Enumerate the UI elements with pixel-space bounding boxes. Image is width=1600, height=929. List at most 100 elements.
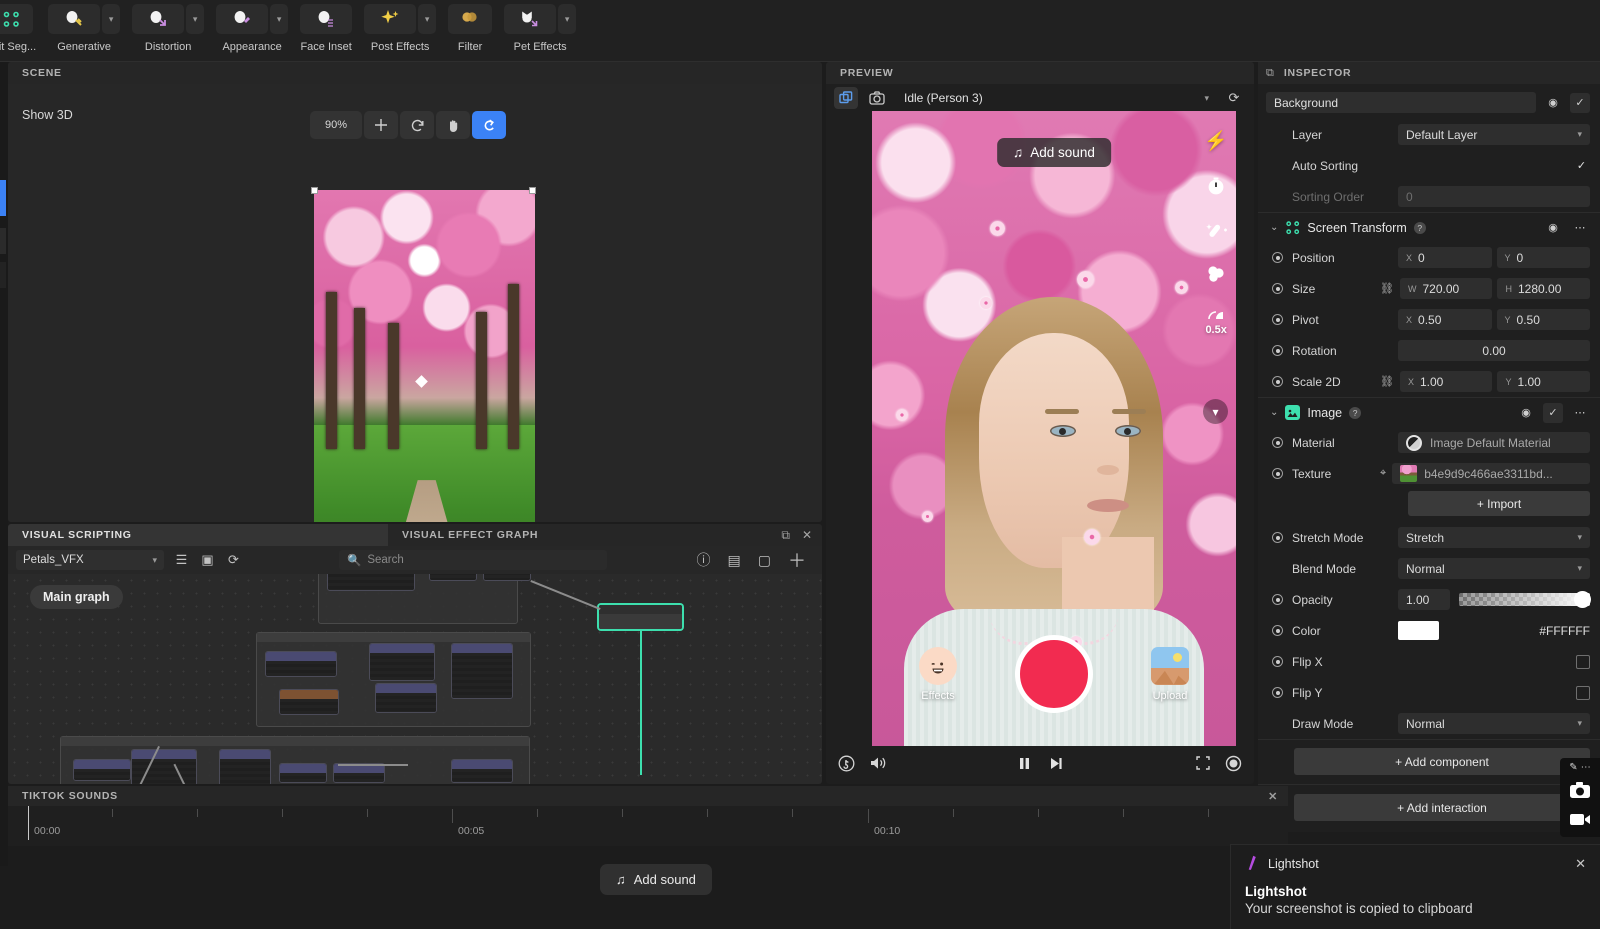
- graph-node[interactable]: [451, 643, 513, 699]
- tab-visual-scripting[interactable]: VISUAL SCRIPTING: [8, 524, 388, 546]
- graph-node[interactable]: [483, 574, 531, 581]
- scene-selected-object[interactable]: [307, 183, 537, 522]
- screenshot-camera-icon[interactable]: [1569, 781, 1591, 804]
- volume-icon[interactable]: [869, 755, 887, 775]
- scale-x-field[interactable]: X 1.00: [1399, 371, 1493, 392]
- pen-icon[interactable]: ✎: [1569, 762, 1577, 773]
- size-h-field[interactable]: H 1280.00: [1497, 278, 1590, 299]
- timer-icon[interactable]: [1205, 175, 1227, 197]
- toolbar-item-filter[interactable]: Filter: [448, 0, 493, 61]
- blackboard-icon[interactable]: ▤: [728, 552, 741, 569]
- texture-field[interactable]: b4e9d9c466ae3311bd...: [1392, 463, 1590, 484]
- tiktok-icon[interactable]: [838, 755, 855, 776]
- position-y-field[interactable]: Y 0: [1496, 247, 1590, 268]
- left-strip-active-tab[interactable]: [0, 180, 6, 216]
- upload-button[interactable]: Upload: [1151, 646, 1189, 702]
- graph-node-selected[interactable]: [598, 604, 683, 630]
- layer-select[interactable]: Default Layer ▾: [1398, 124, 1590, 145]
- stretch-mode-select[interactable]: Stretch ▾: [1398, 527, 1590, 548]
- chevron-down-icon[interactable]: ▾: [186, 4, 205, 34]
- graph-node[interactable]: [429, 574, 477, 581]
- graph-node[interactable]: [219, 749, 271, 784]
- import-button[interactable]: + Import: [1408, 491, 1590, 516]
- add-icon[interactable]: ＋: [788, 547, 806, 573]
- toolbar-item-distortion[interactable]: ▾ Distortion: [132, 0, 205, 61]
- popout-icon[interactable]: ⧉: [781, 528, 790, 543]
- toolbar-item-face-inset[interactable]: Face Inset: [300, 0, 353, 61]
- add-component-button[interactable]: + Add component: [1294, 748, 1590, 775]
- color-hex-value[interactable]: #FFFFFF: [1539, 624, 1590, 638]
- timeline-playhead[interactable]: [28, 806, 29, 840]
- toolbar-item-pet-effects[interactable]: ▾ Pet Effects: [504, 0, 577, 61]
- list-icon[interactable]: ☰: [173, 552, 190, 568]
- main-graph-badge[interactable]: Main graph: [30, 585, 123, 609]
- help-icon[interactable]: ?: [1349, 406, 1362, 419]
- vfx-search-input[interactable]: 🔍 Search: [339, 550, 607, 570]
- preview-state-select[interactable]: Idle (Person 3) ▾: [896, 87, 1215, 109]
- flip-x-checkbox[interactable]: [1576, 654, 1590, 669]
- resize-handle-tr[interactable]: [529, 187, 536, 194]
- flip-y-checkbox[interactable]: [1576, 685, 1590, 700]
- chevron-down-icon[interactable]: ▾: [1203, 399, 1228, 424]
- add-interaction-button[interactable]: + Add interaction: [1294, 794, 1590, 821]
- graph-node[interactable]: [279, 689, 339, 715]
- screen-transform-header[interactable]: ⌄ Screen Transform ? ◉ ⋯: [1258, 212, 1600, 242]
- post-effects-icon[interactable]: [364, 4, 417, 34]
- chevron-down-icon[interactable]: ▾: [270, 4, 289, 34]
- image-section-header[interactable]: ⌄ Image ? ◉ ✓ ⋯: [1258, 397, 1600, 427]
- info-icon[interactable]: ⓘ: [697, 550, 711, 570]
- resize-handle-tl[interactable]: [311, 187, 318, 194]
- appearance-icon[interactable]: [216, 4, 269, 34]
- enable-checkbox[interactable]: ✓: [1570, 92, 1590, 113]
- graph-node[interactable]: [265, 651, 337, 677]
- vfx-graph-canvas[interactable]: Main graph: [8, 574, 822, 784]
- close-icon[interactable]: ✕: [1268, 790, 1288, 803]
- refresh-icon[interactable]: ⟳: [1222, 87, 1246, 109]
- node-group-bottom[interactable]: [60, 736, 530, 784]
- step-forward-icon[interactable]: [1048, 756, 1063, 775]
- target-icon[interactable]: ◉: [1516, 403, 1536, 423]
- more-icon[interactable]: ⋯: [1570, 218, 1590, 238]
- node-group-top[interactable]: [318, 574, 531, 624]
- rotate-tool-icon[interactable]: [400, 111, 434, 139]
- vfx-graph-select[interactable]: Petals_VFX ▾: [16, 550, 164, 570]
- portrait-segmentation-icon[interactable]: [0, 4, 34, 34]
- close-icon[interactable]: ✕: [1575, 856, 1586, 872]
- chevron-expand-icon[interactable]: ⌄: [1270, 407, 1278, 418]
- scale-y-field[interactable]: Y 1.00: [1497, 371, 1590, 392]
- sorting-order-field[interactable]: 0: [1398, 186, 1590, 207]
- opacity-slider-knob[interactable]: [1574, 591, 1591, 608]
- pan-tool-icon[interactable]: [436, 111, 470, 139]
- close-icon[interactable]: ✕: [802, 528, 812, 542]
- color-swatch[interactable]: [1398, 621, 1439, 640]
- link-icon[interactable]: ⛓: [1380, 282, 1394, 295]
- distortion-icon[interactable]: [132, 4, 185, 34]
- pivot-y-field[interactable]: Y 0.50: [1496, 309, 1590, 330]
- left-strip-tab-2[interactable]: [0, 228, 6, 254]
- auto-sorting-checkbox[interactable]: ✓: [1573, 157, 1590, 174]
- graph-node[interactable]: [333, 763, 385, 783]
- graph-node[interactable]: [279, 763, 327, 783]
- toolbar-item-appearance[interactable]: ▾ Appearance: [216, 0, 289, 61]
- move-tool-icon[interactable]: [364, 111, 398, 139]
- graph-node[interactable]: [369, 643, 435, 681]
- size-w-field[interactable]: W 720.00: [1399, 278, 1493, 299]
- popout-icon[interactable]: ⧉: [1266, 67, 1274, 80]
- tab-visual-effect-graph[interactable]: VISUAL EFFECT GRAPH: [388, 524, 782, 546]
- toolbar-item-post-effects[interactable]: ▾ Post Effects: [364, 0, 437, 61]
- duplicate-icon[interactable]: [834, 87, 858, 109]
- toolbar-item-0[interactable]: trait Seg...: [0, 0, 36, 61]
- graph-node[interactable]: [327, 574, 415, 591]
- refresh-icon[interactable]: ⟳: [225, 552, 242, 568]
- scene-zoom-level[interactable]: 90%: [310, 111, 362, 139]
- opacity-slider[interactable]: [1459, 591, 1591, 608]
- material-field[interactable]: Image Default Material: [1398, 432, 1590, 453]
- record-button[interactable]: [1015, 635, 1093, 713]
- target-icon[interactable]: ◉: [1543, 218, 1563, 238]
- record-video-icon[interactable]: [1569, 812, 1591, 831]
- timeline-ruler[interactable]: 00:00 00:05 00:10: [8, 806, 1288, 840]
- filter-icon[interactable]: [448, 4, 493, 34]
- image-enable-checkbox[interactable]: ✓: [1543, 402, 1563, 423]
- flash-icon[interactable]: ⚡: [1204, 129, 1228, 153]
- camera-icon[interactable]: [865, 87, 889, 109]
